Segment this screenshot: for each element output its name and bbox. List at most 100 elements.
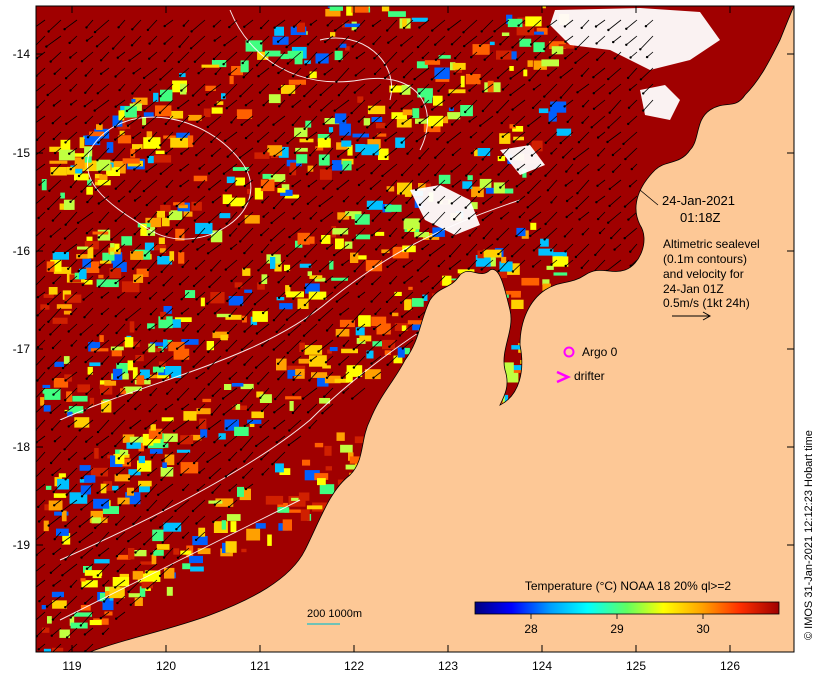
velocity-arrow-head (307, 185, 310, 188)
velocity-arrow-head (179, 184, 182, 188)
x-tick-label: 125 (626, 659, 646, 673)
velocity-arrow-head (321, 412, 324, 415)
sst-pixel-patch (325, 466, 332, 471)
sst-pixel-patch (523, 69, 528, 77)
velocity-arrow-head (166, 392, 169, 395)
velocity-arrow-head (195, 154, 198, 157)
velocity-arrow-head (36, 379, 39, 382)
velocity-arrow-head (113, 412, 116, 415)
sst-pixel-patch (289, 401, 294, 411)
velocity-arrow-head (148, 410, 151, 413)
velocity-arrow-head (115, 169, 119, 173)
sst-pixel-patch (226, 176, 235, 184)
velocity-arrow-head (212, 57, 216, 61)
velocity-arrow-head (33, 92, 35, 94)
velocity-arrow-head (147, 220, 150, 223)
velocity-arrow-head (288, 429, 291, 432)
velocity-arrow-head (287, 333, 291, 336)
velocity-arrow-head (526, 143, 529, 146)
velocity-arrow-head (31, 589, 33, 591)
velocity-arrow-head (595, 201, 598, 204)
sst-pixel-patch (86, 236, 93, 241)
velocity-arrow-head (210, 269, 213, 272)
velocity-arrow-head (241, 206, 244, 209)
velocity-arrow-head (80, 587, 84, 590)
sst-pixel-patch (89, 620, 102, 626)
velocity-arrow-head (320, 219, 323, 222)
velocity-arrow-head (47, 320, 50, 323)
velocity-arrow-head (642, 109, 645, 112)
velocity-arrow-head (240, 400, 243, 403)
velocity-arrow-head (80, 477, 83, 480)
velocity-arrow-head (114, 586, 117, 589)
velocity-arrow-head (257, 382, 260, 385)
velocity-arrow-head (351, 397, 354, 400)
sst-pixel-patch (226, 514, 241, 521)
velocity-arrow-head (561, 156, 565, 159)
velocity-arrow-head (260, 409, 264, 413)
y-tick-label: -18 (13, 440, 31, 454)
velocity-arrow-head (610, 236, 613, 240)
velocity-arrow-head (566, 120, 569, 124)
velocity-arrow-head (115, 523, 118, 526)
y-tick-label: -14 (13, 47, 31, 61)
velocity-arrow-head (191, 444, 194, 447)
velocity-arrow-head (308, 105, 311, 109)
velocity-arrow-head (198, 471, 201, 474)
velocity-arrow-head (413, 78, 416, 81)
sst-pixel-patch (56, 304, 72, 309)
velocity-arrow-head (69, 585, 73, 588)
velocity-arrow-head (434, 173, 437, 177)
velocity-arrow-head (369, 187, 373, 190)
sst-pixel-patch (501, 256, 507, 264)
velocity-arrow-head (306, 43, 310, 46)
velocity-arrow-head (68, 152, 71, 155)
velocity-arrow-head (324, 280, 327, 283)
sst-pixel-patch (341, 140, 352, 147)
velocity-arrow-head (242, 476, 245, 479)
sst-pixel-patch (395, 137, 405, 148)
velocity-arrow-head (141, 126, 145, 129)
velocity-arrow-head (450, 123, 454, 126)
sst-pixel-patch (344, 241, 353, 249)
velocity-arrow-head (195, 522, 198, 525)
velocity-arrow-head (292, 217, 295, 220)
velocity-arrow-head (401, 60, 404, 63)
velocity-arrow-head (339, 313, 342, 316)
velocity-arrow-head (493, 30, 496, 33)
velocity-arrow-head (207, 367, 210, 370)
legend-line: and velocity for (663, 267, 744, 281)
velocity-arrow-head (432, 223, 435, 226)
velocity-arrow-head (285, 45, 288, 49)
sst-pixel-patch (375, 122, 386, 129)
velocity-arrow-head (77, 269, 80, 273)
velocity-arrow-head (116, 376, 120, 379)
velocity-arrow-head (163, 202, 166, 205)
sst-pixel-patch (153, 550, 164, 556)
velocity-arrow-head (400, 44, 403, 47)
velocity-arrow-head (83, 633, 87, 636)
velocity-arrow-head (518, 215, 521, 219)
velocity-arrow-head (289, 284, 292, 288)
velocity-arrow-head (639, 78, 643, 81)
velocity-arrow-head (418, 220, 421, 223)
velocity-arrow-head (291, 105, 294, 108)
velocity-arrow-head (241, 318, 245, 321)
velocity-arrow-head (468, 120, 471, 123)
velocity-arrow-head (418, 92, 421, 95)
velocity-arrow-head (37, 520, 41, 523)
velocity-arrow-head (510, 255, 514, 258)
velocity-arrow-head (177, 60, 180, 64)
velocity-arrow-head (115, 617, 118, 620)
velocity-arrow-head (303, 239, 307, 242)
sst-pixel-patch (296, 22, 305, 33)
velocity-arrow-head (180, 312, 184, 315)
colorbar-tick-label: 29 (610, 622, 624, 636)
velocity-arrow-head (195, 298, 198, 301)
velocity-arrow-head (61, 574, 64, 577)
sst-pixel-patch (99, 335, 104, 342)
velocity-arrow-head (260, 233, 263, 237)
map-date: 24-Jan-2021 (662, 193, 735, 208)
velocity-arrow-head (147, 473, 150, 477)
x-tick-label: 120 (156, 659, 176, 673)
